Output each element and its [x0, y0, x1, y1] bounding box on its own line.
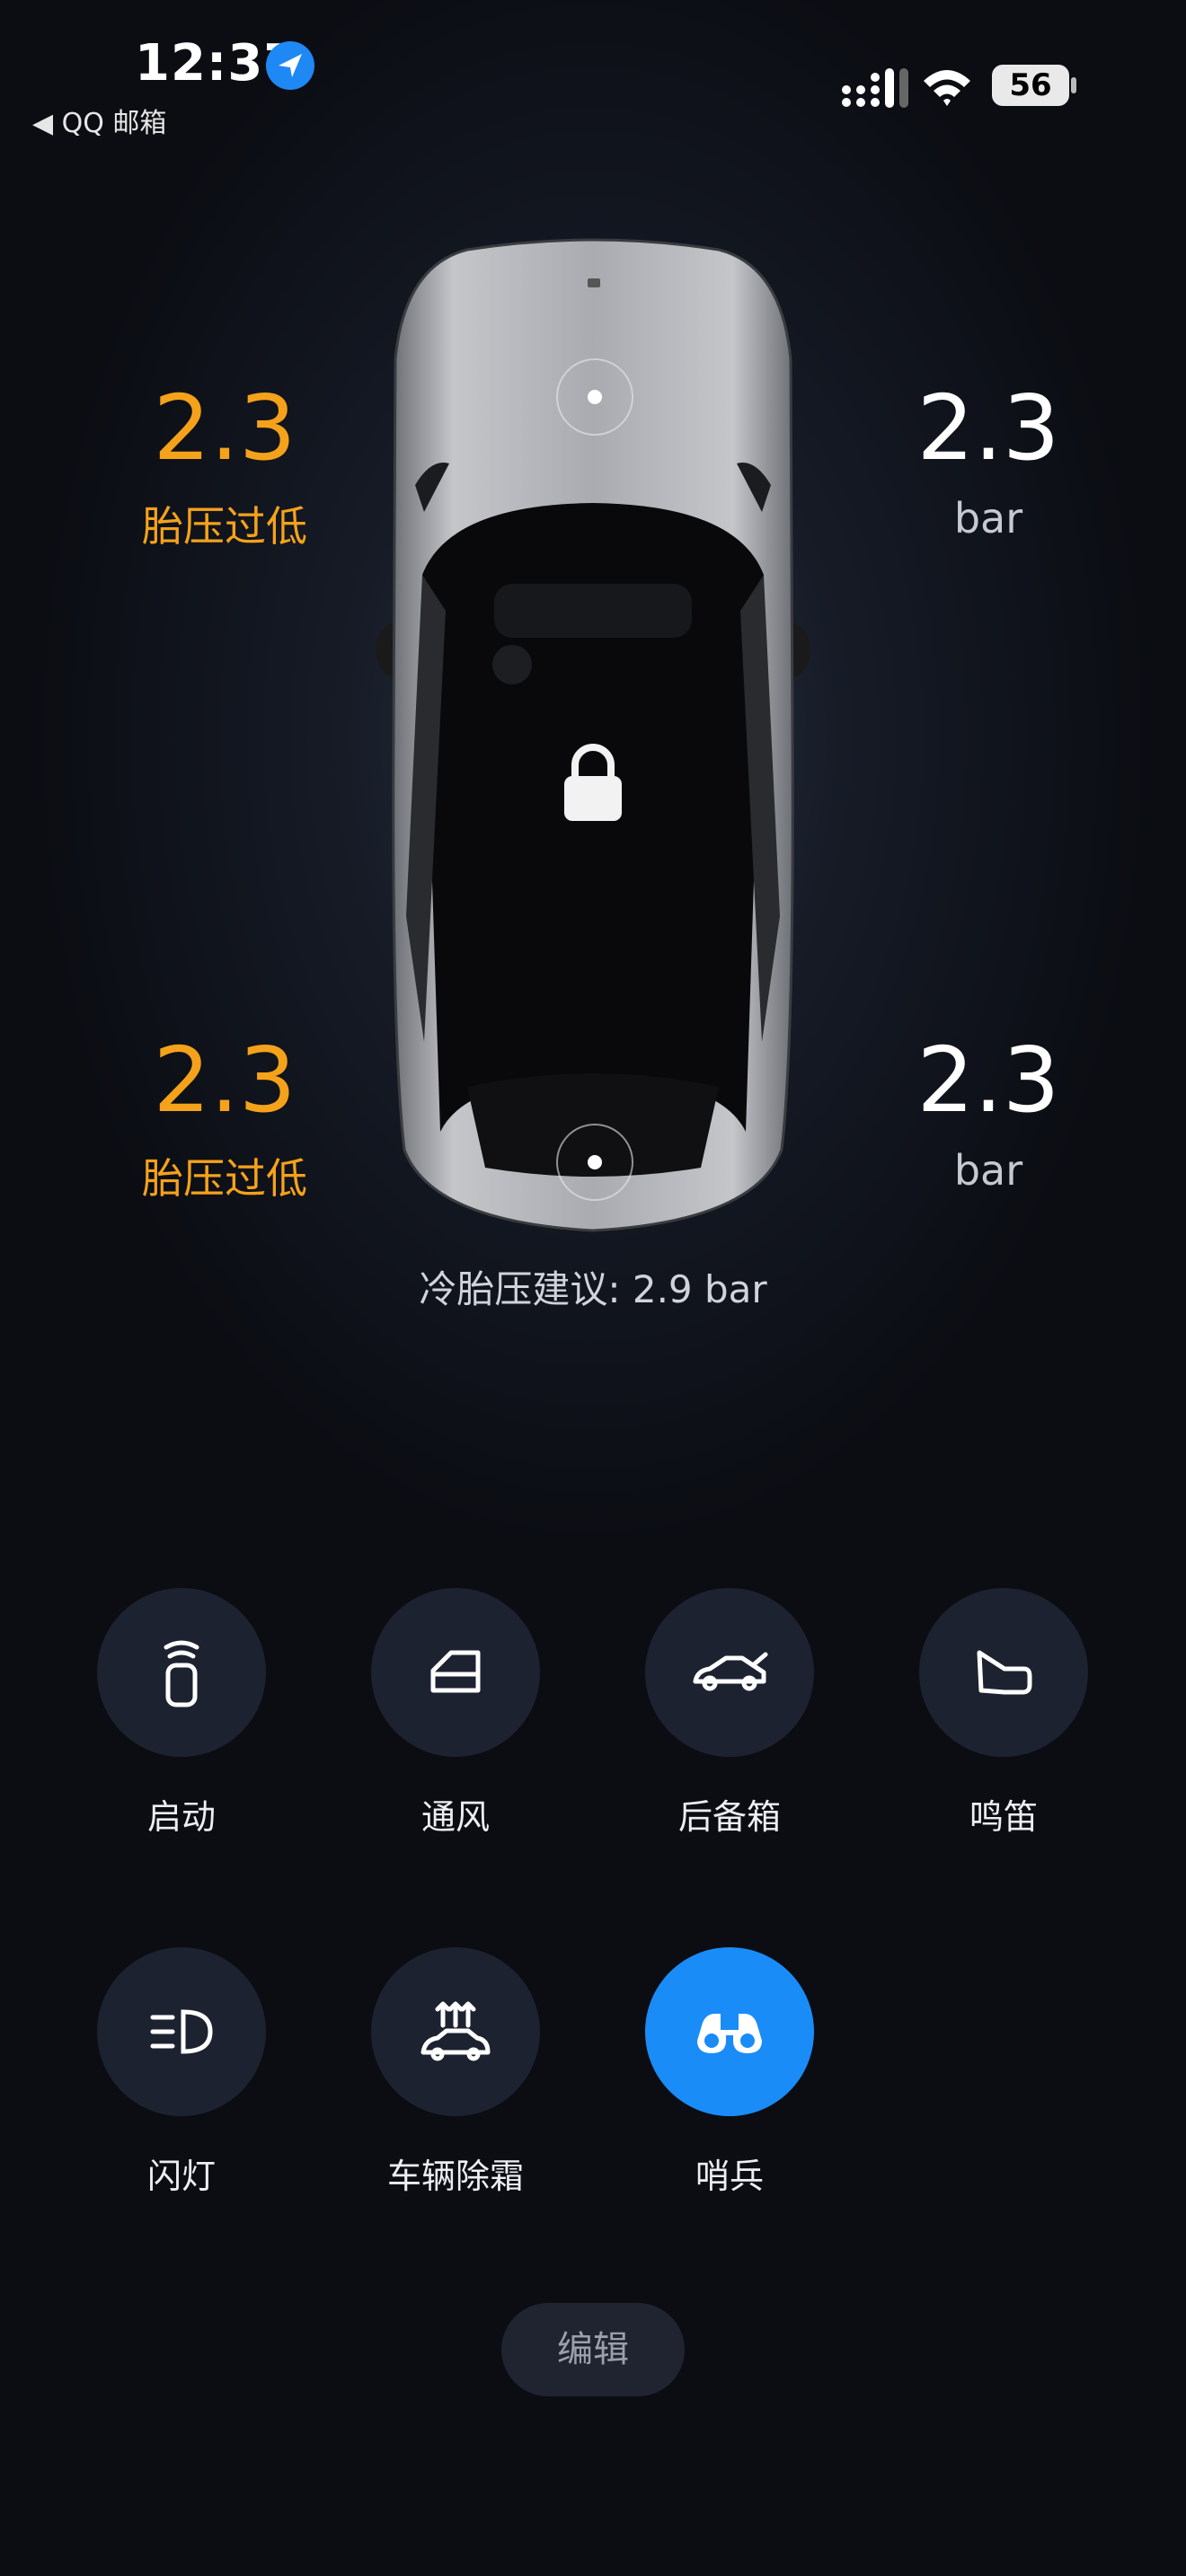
tire-rear-left-status: 胎压过低 — [142, 1154, 307, 1203]
trunk-icon[interactable] — [645, 1588, 814, 1757]
start-control[interactable]: 启动 — [96, 1588, 267, 1839]
car-top-view — [376, 238, 810, 1232]
wifi-icon — [924, 70, 970, 106]
defrost-control[interactable]: 车辆除霜 — [370, 1947, 541, 2198]
tire-front-right-unit: bar — [953, 494, 1023, 543]
trunk-label: 后备箱 — [677, 1797, 781, 1837]
flash-lights-label: 闪灯 — [146, 2157, 216, 2196]
trunk-control[interactable]: 后备箱 — [644, 1588, 815, 1839]
tire-rear-left-value: 2.3 — [153, 1028, 296, 1133]
horn-label: 鸣笛 — [969, 1797, 1038, 1837]
edit-button[interactable]: 编辑 — [501, 2303, 685, 2396]
back-to-app-link[interactable]: ◀ QQ 邮箱 — [32, 101, 166, 140]
tire-front-left-value: 2.3 — [153, 375, 296, 481]
horn-control[interactable]: 鸣笛 — [918, 1588, 1089, 1839]
battery-cap — [1071, 77, 1076, 93]
binoculars-icon[interactable] — [645, 1947, 814, 2116]
tire-rear-right-unit: bar — [953, 1146, 1023, 1195]
start-label: 启动 — [146, 1797, 216, 1837]
window-icon[interactable] — [371, 1588, 540, 1757]
sentry-label: 哨兵 — [695, 2157, 764, 2196]
headlight-icon[interactable] — [97, 1947, 266, 2116]
defrost-icon[interactable] — [371, 1947, 540, 2116]
flash-lights-control[interactable]: 闪灯 — [96, 1947, 267, 2198]
sentry-control[interactable]: 哨兵 — [644, 1947, 815, 2198]
location-arrow-icon — [266, 41, 314, 90]
tire-rear-right-value: 2.3 — [916, 1028, 1060, 1133]
lock-icon[interactable] — [561, 744, 625, 823]
ventilation-control[interactable]: 通风 — [370, 1588, 541, 1839]
tire-front-left-status: 胎压过低 — [142, 502, 307, 551]
defrost-label: 车辆除霜 — [386, 2157, 524, 2196]
cold-tire-pressure-advice: 冷胎压建议: 2.9 bar — [419, 1267, 767, 1311]
battery-indicator: 56 — [992, 65, 1069, 106]
ventilation-label: 通风 — [420, 1797, 490, 1837]
tire-front-right-value: 2.3 — [916, 375, 1060, 481]
horn-icon[interactable] — [919, 1588, 1088, 1757]
cellular-signal-icon — [842, 68, 908, 108]
remote-key-icon[interactable] — [97, 1588, 266, 1757]
